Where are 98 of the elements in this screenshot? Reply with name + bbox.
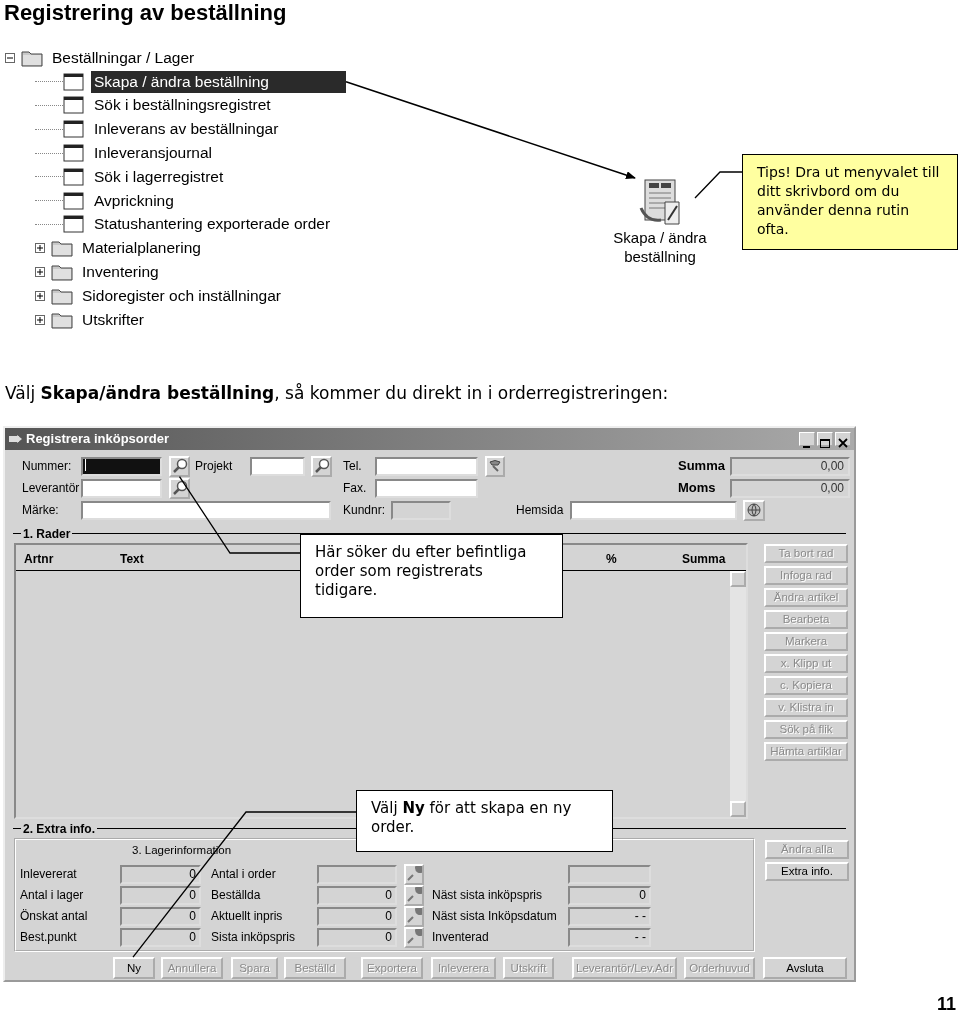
scrollbar[interactable] xyxy=(730,570,746,817)
search-button[interactable] xyxy=(311,455,332,477)
window-icon xyxy=(63,191,85,210)
window-icon xyxy=(63,167,85,186)
window-icon xyxy=(63,72,85,91)
readonly-field: 0,00 xyxy=(730,478,850,498)
tip-note: Tips! Dra ut menyvalet till ditt skrivbord om du använder denna rutin ofta. xyxy=(742,154,958,250)
input-field[interactable] xyxy=(375,456,478,476)
tree-item[interactable]: Inleveransjournal xyxy=(91,142,216,165)
shortcut-label[interactable]: Skapa / ändra beställning xyxy=(605,228,715,266)
tree-item[interactable]: Avprickning xyxy=(91,189,177,212)
tree-item[interactable]: Sidoregister och inställningar xyxy=(79,284,285,307)
field-label: Sista inköpspris xyxy=(211,929,297,947)
column-header: Summa xyxy=(682,550,727,568)
page-number: 11 xyxy=(936,994,956,1015)
input-field[interactable] xyxy=(250,456,305,476)
readonly-field: - - xyxy=(568,927,651,947)
callout-note: Här söker du efter befintliga order som registrerats tidigare. xyxy=(300,534,563,618)
action-button[interactable]: Ny xyxy=(113,957,155,980)
expand-icon[interactable] xyxy=(35,314,45,325)
readonly-field: 0 xyxy=(317,927,397,947)
field-label: Moms xyxy=(678,479,717,498)
callout-note: Välj Ny för att skapa en ny order. xyxy=(356,790,613,852)
dial-button[interactable] xyxy=(485,455,505,477)
readonly-field: - - xyxy=(568,906,651,926)
expand-icon[interactable] xyxy=(35,243,45,254)
field-label: Önskat antal xyxy=(20,908,89,926)
readonly-field xyxy=(391,500,451,520)
readonly-field: 0,00 xyxy=(730,456,850,476)
globe-icon xyxy=(746,502,762,519)
column-header: Text xyxy=(120,550,145,568)
field-label: Antal i order xyxy=(211,866,277,884)
field-label: Inlevererat xyxy=(20,866,78,884)
field-label: Antal i lager xyxy=(20,887,85,905)
column-header: Artnr xyxy=(24,550,55,568)
window-icon xyxy=(63,144,85,163)
maximize-button[interactable] xyxy=(817,431,833,446)
readonly-field: 0 xyxy=(120,885,201,905)
expand-icon[interactable] xyxy=(35,267,45,278)
tree-item[interactable]: Skapa / ändra beställning xyxy=(91,70,346,93)
window-title: Registrera inköpsorder xyxy=(26,430,170,449)
search-button[interactable] xyxy=(169,455,190,477)
field-label: Aktuellt inpris xyxy=(211,908,284,926)
column-header: % xyxy=(606,550,618,568)
field-label: Nummer: xyxy=(22,458,73,476)
readonly-field: 0 xyxy=(317,885,397,905)
folder-icon xyxy=(51,239,73,258)
readonly-field: 0 xyxy=(120,864,201,884)
input-field[interactable] xyxy=(81,500,331,520)
tree-item[interactable]: Sök i lagerregistret xyxy=(91,165,227,188)
field-label: Best.punkt xyxy=(20,929,78,947)
readonly-field: 0 xyxy=(568,885,651,905)
instruction-text: Välj Skapa/ändra beställning, så kommer du direkt in i orderregistreringen: xyxy=(5,382,670,404)
field-label: Fax. xyxy=(343,480,368,498)
window-icon xyxy=(63,120,85,139)
tree-item[interactable]: Utskrifter xyxy=(79,308,147,331)
field-label: Leverantör xyxy=(22,480,80,498)
readonly-field: 0 xyxy=(120,927,201,947)
window-icon xyxy=(63,96,85,115)
window-icon xyxy=(63,215,85,234)
field-label: Summa xyxy=(678,457,726,476)
tree-item[interactable]: Beställningar / Lager xyxy=(49,46,198,69)
readonly-field: 0 xyxy=(317,906,397,926)
leader-line xyxy=(694,171,743,199)
folder-icon xyxy=(21,48,43,67)
readonly-field: 0 xyxy=(120,906,201,926)
input-field[interactable] xyxy=(570,500,737,520)
expand-icon[interactable] xyxy=(35,290,45,301)
folder-icon xyxy=(51,286,73,305)
field-label: Näst sista inköpspris xyxy=(432,887,544,905)
folder-icon xyxy=(51,310,73,329)
folder-icon xyxy=(51,263,73,282)
close-button[interactable] xyxy=(835,431,851,446)
tree-item[interactable]: Sök i beställningsregistret xyxy=(91,94,274,117)
field-label: Märke: xyxy=(22,502,60,520)
field-label: Hemsida xyxy=(516,502,565,520)
close-icon[interactable] xyxy=(836,437,850,450)
field-label: Beställda xyxy=(211,887,262,905)
field-label: Projekt xyxy=(195,458,234,476)
input-field[interactable] xyxy=(81,478,162,498)
collapse-icon[interactable] xyxy=(5,52,15,63)
field-label: Inventerad xyxy=(432,929,490,947)
input-field[interactable] xyxy=(375,478,478,498)
page-heading: Registrering av beställning xyxy=(3,0,288,26)
tree-item[interactable]: Inventering xyxy=(79,261,162,284)
field-label: Näst sista Inköpsdatum xyxy=(432,908,558,926)
field-label: Kundnr: xyxy=(343,502,387,520)
tree-item[interactable]: Materialplanering xyxy=(79,237,204,260)
action-button[interactable]: Extra info. xyxy=(765,861,849,881)
web-button[interactable] xyxy=(743,499,765,521)
input-field[interactable] xyxy=(81,456,162,476)
maximize-icon[interactable] xyxy=(818,437,832,450)
action-button[interactable]: Avsluta xyxy=(763,957,847,980)
tree-item[interactable]: Statushantering exporterade order xyxy=(91,213,334,236)
search-button[interactable] xyxy=(169,477,190,499)
tree-item[interactable]: Inleverans av beställningar xyxy=(91,118,282,141)
document-icon[interactable] xyxy=(637,178,683,226)
field-label: Tel. xyxy=(343,458,363,476)
